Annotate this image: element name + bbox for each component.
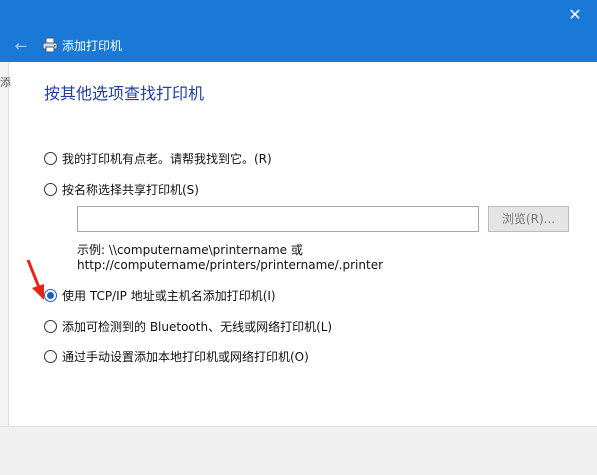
option-manual-local[interactable]: 通过手动设置添加本地打印机或网络打印机(O): [44, 347, 309, 365]
background-window-sliver: 添: [0, 62, 11, 442]
wizard-header: ← 添加打印机: [0, 30, 597, 62]
browse-button[interactable]: 浏览(R)...: [488, 206, 569, 232]
radio-manual-local[interactable]: [44, 349, 57, 363]
title-bar: ✕: [0, 0, 597, 30]
add-printer-dialog: 添 ✕ ← 添加打印机 按其他选项查找打印机 我的打印机有点老。请帮我找到它。(…: [0, 0, 597, 475]
close-icon: ✕: [568, 5, 582, 24]
shared-printer-name-input[interactable]: [77, 206, 479, 232]
radio-old-printer[interactable]: [44, 151, 57, 165]
background-window-text: 添: [0, 76, 11, 89]
back-button[interactable]: ←: [10, 35, 32, 57]
option-label: 按名称选择共享打印机(S): [62, 182, 199, 197]
option-old-printer[interactable]: 我的打印机有点老。请帮我找到它。(R): [44, 149, 272, 167]
printer-icon: [42, 37, 58, 53]
option-label: 我的打印机有点老。请帮我找到它。(R): [62, 151, 272, 166]
back-arrow-icon: ←: [14, 37, 28, 55]
option-shared-printer[interactable]: 按名称选择共享打印机(S): [44, 180, 199, 198]
option-label: 添加可检测到的 Bluetooth、无线或网络打印机(L): [62, 319, 333, 334]
radio-tcpip[interactable]: [44, 288, 57, 302]
example-text-line-1: 示例: \\computername\printername 或: [77, 243, 303, 257]
option-tcpip[interactable]: 使用 TCP/IP 地址或主机名添加打印机(I): [44, 286, 276, 304]
option-label: 通过手动设置添加本地打印机或网络打印机(O): [62, 349, 309, 364]
radio-bluetooth-wireless[interactable]: [44, 319, 57, 333]
option-bluetooth-wireless[interactable]: 添加可检测到的 Bluetooth、无线或网络打印机(L): [44, 317, 332, 335]
dialog-footer: [0, 426, 597, 475]
option-label: 使用 TCP/IP 地址或主机名添加打印机(I): [62, 288, 276, 303]
page-heading: 按其他选项查找打印机: [44, 84, 205, 103]
example-text-line-2: http://computername/printers/printername…: [77, 258, 384, 272]
close-button[interactable]: ✕: [563, 4, 587, 26]
window-title: 添加打印机: [62, 39, 123, 53]
radio-shared-printer[interactable]: [44, 182, 57, 196]
